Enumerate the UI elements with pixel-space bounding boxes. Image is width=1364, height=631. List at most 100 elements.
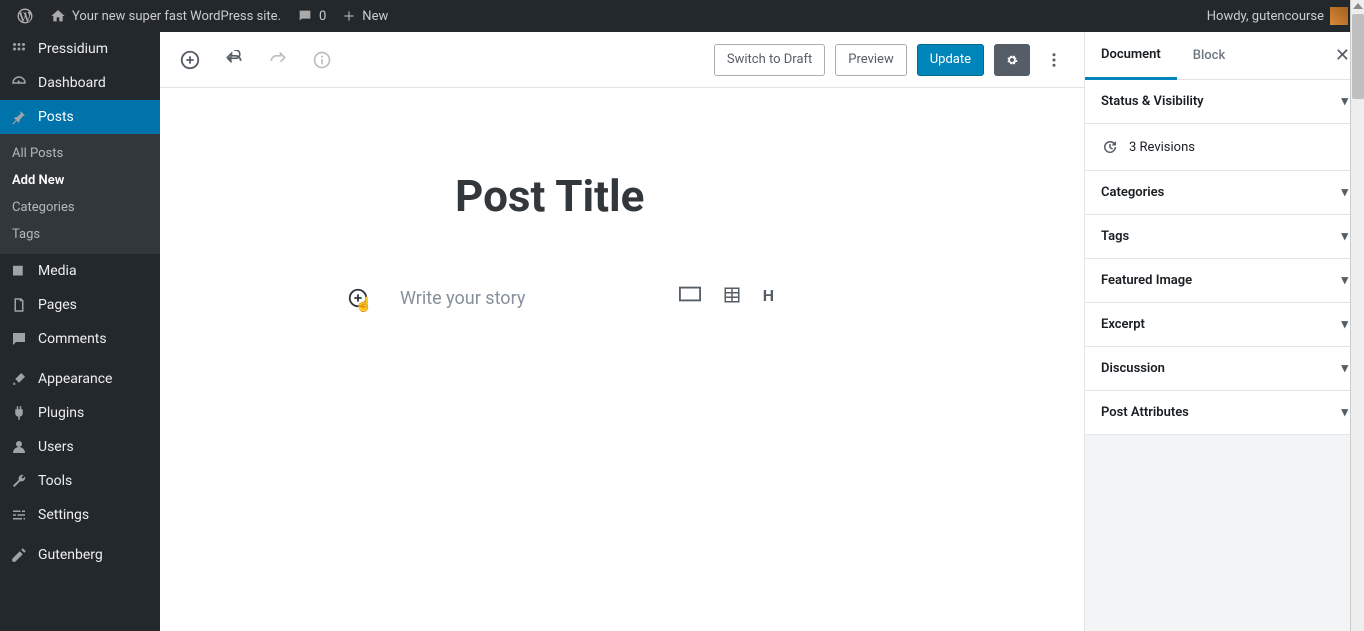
panel-discussion[interactable]: Discussion ▾ [1085,347,1364,391]
chevron-down-icon: ▾ [1341,273,1348,288]
menu-users[interactable]: Users [0,430,160,464]
pin-icon [10,108,28,126]
submenu-tags[interactable]: Tags [0,221,160,248]
plug-icon [10,404,28,422]
quick-image-block[interactable] [679,286,701,308]
menu-posts[interactable]: Posts [0,100,160,134]
sidebar-empty [1085,435,1364,631]
menu-pages[interactable]: Pages [0,288,160,322]
comment-icon [297,8,313,24]
submenu-categories[interactable]: Categories [0,194,160,221]
redo-icon [268,50,288,70]
info-button[interactable] [308,46,336,74]
chevron-down-icon: ▾ [1341,229,1348,244]
plus-icon [342,9,356,23]
wp-logo[interactable] [8,0,42,32]
menu-settings[interactable]: Settings [0,498,160,532]
quick-heading-block[interactable]: H [763,286,774,308]
panel-label: Status & Visibility [1101,94,1204,109]
site-name-link[interactable]: Your new super fast WordPress site. [42,0,289,32]
sliders-icon [10,506,28,524]
admin-bar: Your new super fast WordPress site. 0 Ne… [0,0,1364,32]
block-quick-insert: H [679,286,774,308]
comments-icon [10,330,28,348]
chevron-down-icon: ▾ [1341,185,1348,200]
update-button[interactable]: Update [917,44,984,76]
settings-button[interactable] [994,44,1030,76]
user-icon [10,438,28,456]
table-icon [723,286,741,304]
posts-submenu: All Posts Add New Categories Tags [0,134,160,254]
gear-icon [1006,50,1018,70]
new-content[interactable]: New [334,0,396,32]
menu-label: Comments [38,331,107,347]
editor: Switch to Draft Preview Update ☝ Write y… [160,32,1084,631]
submenu-add-new[interactable]: Add New [0,167,160,194]
panel-excerpt[interactable]: Excerpt ▾ [1085,303,1364,347]
comment-bubble[interactable]: 0 [289,0,334,32]
menu-pressidium[interactable]: Pressidium [0,32,160,66]
menu-label: Gutenberg [38,547,103,563]
editor-canvas: ☝ Write your story H [160,88,1084,631]
admin-menu: Pressidium Dashboard Posts All Posts Add… [0,32,160,631]
menu-appearance[interactable]: Appearance [0,362,160,396]
new-label: New [362,9,388,24]
menu-plugins[interactable]: Plugins [0,396,160,430]
undo-button[interactable] [220,46,248,74]
cursor-pointer-icon: ☝ [355,297,372,313]
add-block-button[interactable] [176,46,204,74]
image-block-icon [679,286,701,302]
panel-tags[interactable]: Tags ▾ [1085,215,1364,259]
chevron-down-icon: ▾ [1341,361,1348,376]
inline-add-block[interactable]: ☝ [343,283,373,313]
info-icon [312,50,332,70]
menu-label: Tools [38,473,72,489]
wrench-icon [10,472,28,490]
panel-label: Featured Image [1101,273,1192,288]
panel-label: Post Attributes [1101,405,1189,420]
menu-label: Users [38,439,74,455]
submenu-all-posts[interactable]: All Posts [0,140,160,167]
media-icon [10,262,28,280]
site-name: Your new super fast WordPress site. [72,9,281,24]
panel-categories[interactable]: Categories ▾ [1085,171,1364,215]
panel-post-attributes[interactable]: Post Attributes ▾ [1085,391,1364,435]
preview-button[interactable]: Preview [835,44,906,76]
plus-circle-icon [179,49,201,71]
menu-label: Media [38,263,77,279]
undo-icon [224,50,244,70]
quick-table-block[interactable] [723,286,741,308]
panel-revisions[interactable]: 3 Revisions [1085,124,1364,171]
panel-label: Categories [1101,185,1164,200]
howdy-text: Howdy, gutencourse [1207,9,1324,24]
menu-media[interactable]: Media [0,254,160,288]
comment-count: 0 [319,9,326,24]
scrollbar-thumb[interactable] [1352,14,1364,99]
panel-status-visibility[interactable]: Status & Visibility ▾ [1085,80,1364,124]
menu-label: Plugins [38,405,84,421]
panel-featured-image[interactable]: Featured Image ▾ [1085,259,1364,303]
redo-button[interactable] [264,46,292,74]
menu-tools[interactable]: Tools [0,464,160,498]
menu-label: Appearance [38,371,112,387]
sidebar-tabs: Document Block ✕ [1085,32,1364,80]
wordpress-icon [16,7,34,25]
menu-dashboard[interactable]: Dashboard [0,66,160,100]
tab-document[interactable]: Document [1085,33,1177,80]
more-menu-button[interactable] [1040,46,1068,74]
document-sidebar: Document Block ✕ Status & Visibility ▾ 3… [1084,32,1364,631]
scroll-up-arrow [1353,3,1363,9]
switch-to-draft-button[interactable]: Switch to Draft [714,44,825,76]
pressidium-icon [10,40,28,58]
panel-label: Discussion [1101,361,1165,376]
howdy-user[interactable]: Howdy, gutencourse [1199,7,1356,25]
pencil-icon [10,546,28,564]
tab-block[interactable]: Block [1177,32,1241,79]
menu-label: Posts [38,109,74,125]
panel-label: Tags [1101,229,1129,244]
paragraph-placeholder[interactable]: Write your story [400,288,525,309]
menu-comments[interactable]: Comments [0,322,160,356]
browser-scrollbar[interactable] [1350,0,1364,631]
post-title-input[interactable] [455,170,1055,222]
menu-gutenberg[interactable]: Gutenberg [0,538,160,572]
